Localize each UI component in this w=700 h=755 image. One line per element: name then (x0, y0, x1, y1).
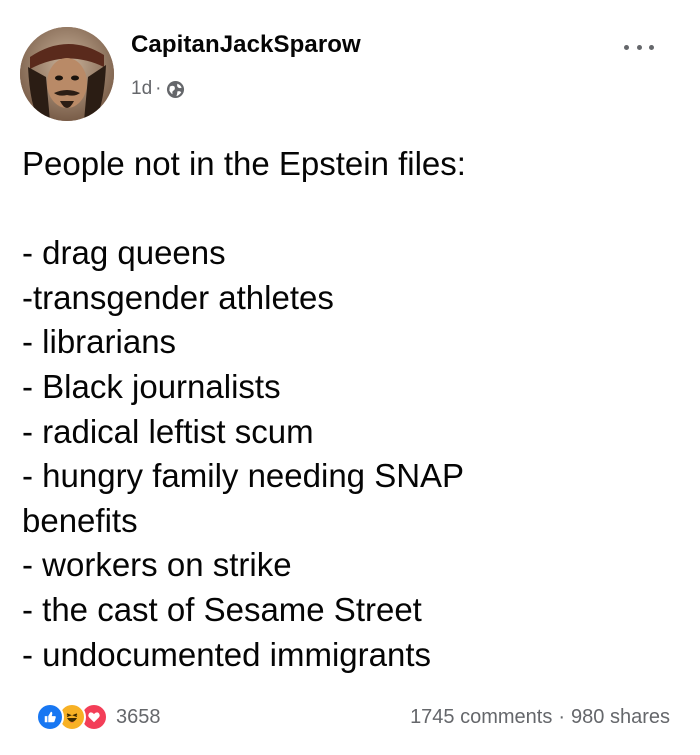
shares-link[interactable]: 980 shares (571, 706, 670, 729)
post-line: benefits (22, 501, 138, 539)
profile-photo (20, 27, 114, 121)
post-line-blank (22, 187, 642, 232)
post-line: People not in the Epstein files: (22, 145, 466, 182)
post-line: -transgender athletes (22, 278, 334, 316)
meta-separator: · (155, 78, 162, 99)
post-line: - Black journalists (22, 367, 281, 405)
post-line: - hungry family needing SNAP (22, 457, 465, 495)
more-options-icon[interactable] (624, 40, 654, 54)
post-line: - workers on strike (22, 546, 292, 584)
facebook-post: CapitanJackSparow 1d · People not in the… (0, 0, 700, 755)
reactions-summary[interactable]: 3658 (36, 703, 161, 731)
globe-icon (166, 80, 185, 99)
post-line: - the cast of Sesame Street (22, 590, 422, 628)
post-time[interactable]: 1d (131, 78, 152, 100)
post-line: - undocumented immigrants (22, 635, 432, 673)
more-dot (649, 44, 654, 50)
avatar[interactable] (20, 27, 114, 121)
engagement-stats: 1745 comments · 980 shares (410, 703, 670, 731)
post-body: People not in the Epstein files: - drag … (22, 142, 642, 677)
comments-link[interactable]: 1745 comments (410, 706, 552, 729)
stats-separator: · (558, 705, 566, 728)
like-icon (36, 703, 64, 731)
post-line: - radical leftist scum (22, 412, 314, 450)
author-name[interactable]: CapitanJackSparow (131, 31, 361, 59)
more-dot (636, 44, 642, 50)
post-meta: 1d · (131, 78, 185, 100)
post-line: - drag queens (22, 234, 226, 272)
more-dot (624, 44, 629, 50)
reaction-count: 3658 (116, 705, 161, 728)
post-line: - librarians (22, 323, 177, 361)
